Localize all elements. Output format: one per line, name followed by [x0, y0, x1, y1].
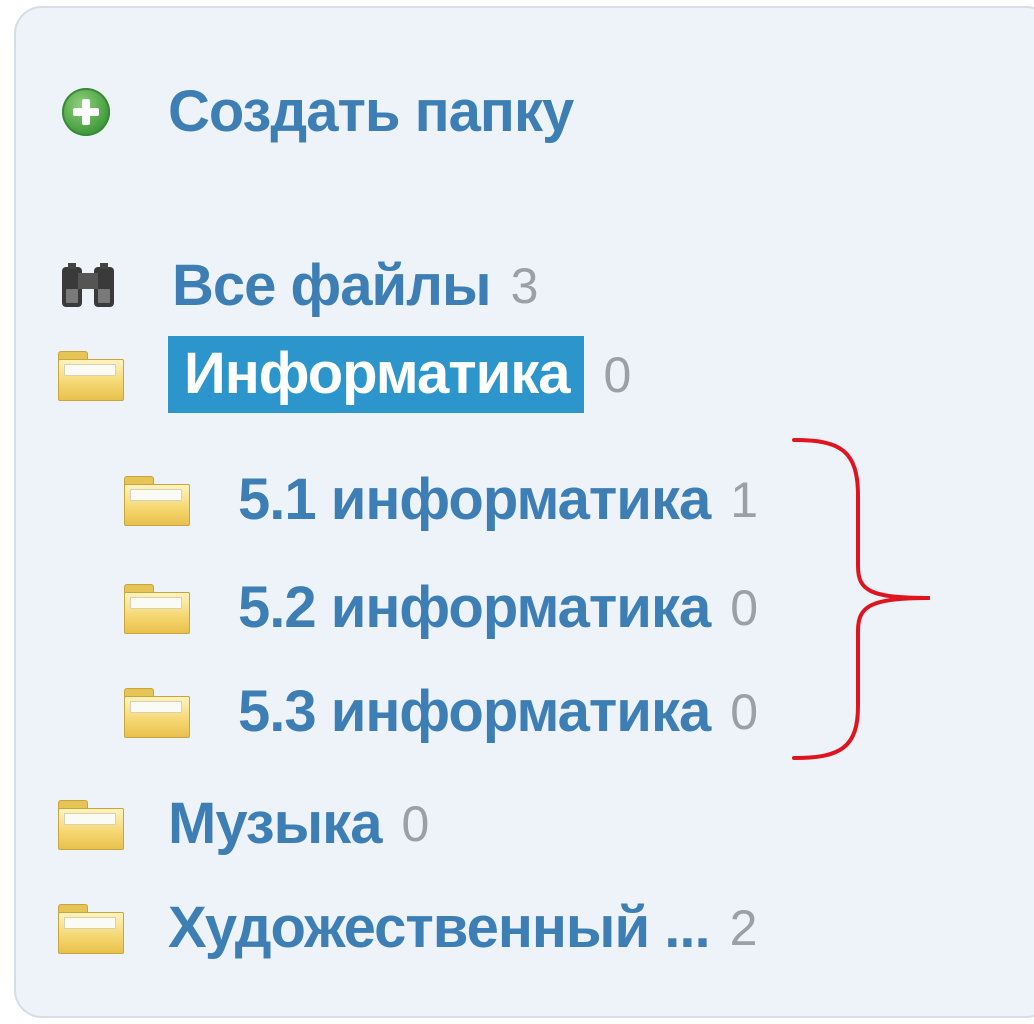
- subfolder-item-5-2[interactable]: 5.2 информатика 0: [124, 574, 758, 641]
- folder-label-selected: Информатика: [168, 336, 584, 413]
- folder-icon: [124, 475, 190, 526]
- folder-icon: [124, 687, 190, 738]
- folder-item-muzyka[interactable]: Музыка 0: [58, 790, 429, 857]
- folder-icon: [58, 350, 124, 401]
- binoculars-icon: [58, 261, 118, 311]
- file-count: 3: [510, 257, 539, 314]
- folder-label: 5.1 информатика: [238, 467, 711, 532]
- file-count: 0: [730, 683, 759, 740]
- file-count: 2: [729, 899, 758, 956]
- folder-label: Художественный ...: [168, 895, 711, 960]
- create-folder-link[interactable]: Создать папку: [62, 78, 574, 145]
- folder-item-informatika[interactable]: Информатика 0: [58, 336, 631, 413]
- folder-icon: [124, 583, 190, 634]
- plus-circle-icon: [62, 87, 110, 136]
- folder-label: Все файлы: [172, 253, 492, 318]
- folder-label: Музыка: [168, 791, 382, 856]
- folder-icon: [58, 903, 124, 954]
- create-folder-label: Создать папку: [168, 79, 574, 144]
- file-count: 0: [730, 579, 759, 636]
- folder-label: 5.3 информатика: [238, 679, 711, 744]
- file-count: 0: [401, 795, 430, 852]
- folder-label: 5.2 информатика: [238, 575, 711, 640]
- file-count: 1: [730, 471, 759, 528]
- curly-bracket-icon: [792, 438, 931, 760]
- subfolder-item-5-1[interactable]: 5.1 информатика 1: [124, 466, 758, 533]
- folder-item-khudozhestvenny[interactable]: Художественный ... 2: [58, 894, 757, 961]
- file-count: 0: [603, 346, 632, 403]
- folder-icon: [58, 799, 124, 850]
- subfolder-item-5-3[interactable]: 5.3 информатика 0: [124, 678, 758, 745]
- folder-item-all-files[interactable]: Все файлы 3: [58, 252, 538, 319]
